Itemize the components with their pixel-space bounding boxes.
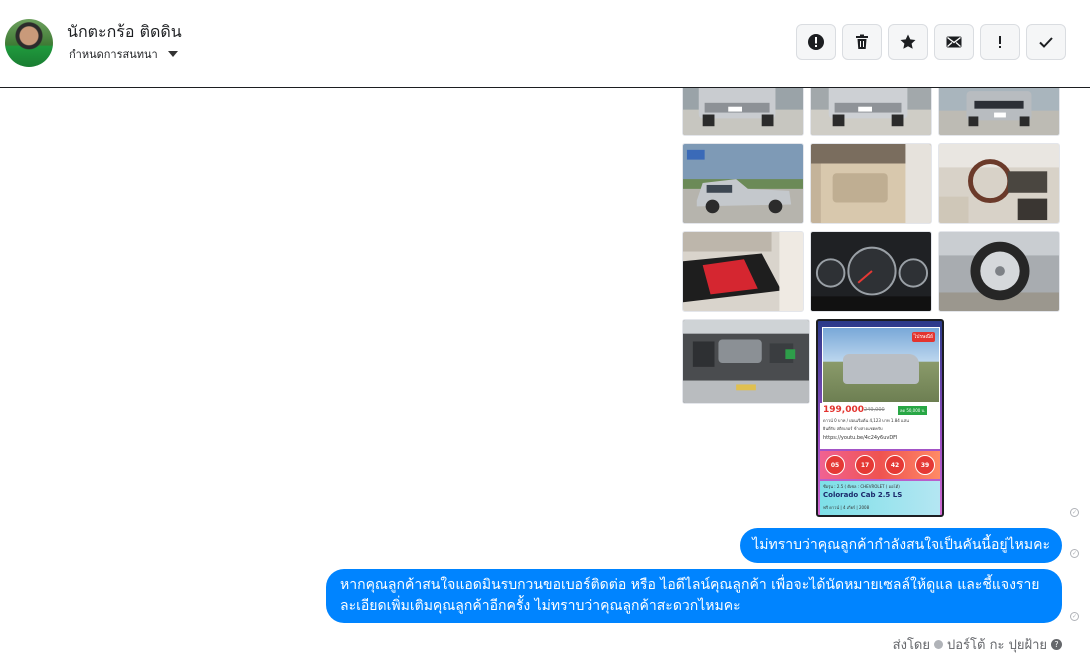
car-door-interior-image: [811, 144, 931, 223]
car-photo-engine[interactable]: [682, 319, 810, 404]
exclamation-icon: [999, 36, 1001, 48]
ad-check-4: 39: [915, 455, 935, 475]
car-rear-image: [683, 88, 803, 135]
ad-check-2: 17: [855, 455, 875, 475]
ad-check-1: 05: [825, 455, 845, 475]
car-photo-rear-2[interactable]: [810, 88, 932, 136]
car-photo-gauges[interactable]: [810, 231, 932, 312]
message-bubble[interactable]: หากคุณลูกค้าสนใจแอดมินรบกวนขอเบอร์ติดต่อ…: [326, 569, 1062, 623]
car-photo-rear[interactable]: [682, 88, 804, 136]
car-gauges-image: [811, 232, 931, 311]
car-seats-image: [683, 232, 803, 311]
ad-spec-line: ชื่อรุ่น : 2.5 ( ดีเซล : CHEVROLET ( ออโ…: [823, 484, 900, 489]
ad-line-2: ยินดีรับ สติกเกอร์ ข้างล่างแชตครับ: [823, 426, 883, 431]
car-photo-door[interactable]: [810, 143, 932, 224]
ad-url: https://youtu.be/4c24y6uvDFI: [823, 435, 898, 441]
star-icon: [900, 34, 916, 49]
contact-name[interactable]: นักตะกร้อ ติดดิน: [67, 20, 182, 45]
delete-button[interactable]: [842, 24, 882, 60]
car-photo-dashboard[interactable]: [938, 143, 1060, 224]
trash-icon: [856, 34, 868, 49]
ad-spec-panel: ชื่อรุ่น : 2.5 ( ดีเซล : CHEVROLET ( ออโ…: [820, 481, 940, 515]
ad-footer: ฟรี ดาวน์ | 4 เกียร์ | 2008: [823, 505, 870, 510]
ad-check-3: 42: [885, 455, 905, 475]
assign-label: กำหนดการสนทนา: [69, 48, 158, 61]
sent-by-label: ส่งโดย: [892, 638, 930, 653]
sender-name: ปอร์โต้ กะ ปุยฝ้าย: [947, 638, 1047, 653]
contact-avatar[interactable]: [5, 19, 53, 67]
ad-car-photo: ไปรษณีย์: [822, 327, 940, 403]
car-photo-front[interactable]: [938, 88, 1060, 136]
car-engine-image: [683, 320, 809, 403]
car-photo-wheel[interactable]: [938, 231, 1060, 312]
caret-down-icon: [167, 51, 178, 57]
ad-check-circles: 05 17 42 39: [820, 451, 940, 479]
envelope-icon: [946, 36, 962, 48]
ad-car-shape: [843, 354, 919, 384]
sender-dot-icon: [934, 640, 943, 649]
assign-conversation-dropdown[interactable]: กำหนดการสนทนา: [69, 45, 178, 63]
conversation-header: นักตะกร้อ ติดดิน กำหนดการสนทนา: [0, 0, 1090, 88]
exclamation-circle-icon: [808, 34, 824, 50]
car-ad-poster[interactable]: ไปรษณีย์ 199,000 249,000 ลด 50,000 บ. ดา…: [816, 319, 944, 517]
help-question-icon[interactable]: ?: [1051, 639, 1062, 650]
ad-price: 199,000: [823, 405, 864, 415]
seen-check-icon: ✓: [1070, 612, 1079, 621]
spam-button[interactable]: [980, 24, 1020, 60]
conversation-toolbar: [796, 24, 1066, 60]
ad-line-1: ดาวน์ 0 บาท / ผ่อนเริ่มต้น 4,123 บาท 1.8…: [823, 418, 909, 423]
seen-check-icon: ✓: [1070, 508, 1079, 517]
car-photo-side[interactable]: [682, 143, 804, 224]
check-icon: [1039, 37, 1053, 48]
ad-old-price: 249,000: [864, 407, 885, 413]
ad-discount-badge: ลด 50,000 บ.: [898, 406, 928, 415]
message-bubble[interactable]: ไม่ทราบว่าคุณลูกค้ากำลังสนใจเป็นคันนี้อย…: [740, 528, 1062, 563]
car-rear-image-2: [811, 88, 931, 135]
alert-button[interactable]: [796, 24, 836, 60]
ad-info-panel: 199,000 249,000 ลด 50,000 บ. ดาวน์ 0 บาท…: [820, 403, 940, 449]
mark-unread-button[interactable]: [934, 24, 974, 60]
seen-check-icon: ✓: [1070, 549, 1079, 558]
done-button[interactable]: [1026, 24, 1066, 60]
shared-photo-grid: ไปรษณีย์ 199,000 249,000 ลด 50,000 บ. ดา…: [0, 88, 1090, 528]
star-button[interactable]: [888, 24, 928, 60]
ad-tag: ไปรษณีย์: [911, 332, 935, 342]
car-wheel-image: [939, 232, 1059, 311]
car-side-image: [683, 144, 803, 223]
car-photo-seats[interactable]: [682, 231, 804, 312]
ad-model: Colorado Cab 2.5 LS: [823, 491, 903, 499]
sent-by-row: ส่งโดย ปอร์โต้ กะ ปุยฝ้าย ?: [893, 634, 1062, 655]
car-front-image: [939, 88, 1059, 135]
car-dashboard-image: [939, 144, 1059, 223]
